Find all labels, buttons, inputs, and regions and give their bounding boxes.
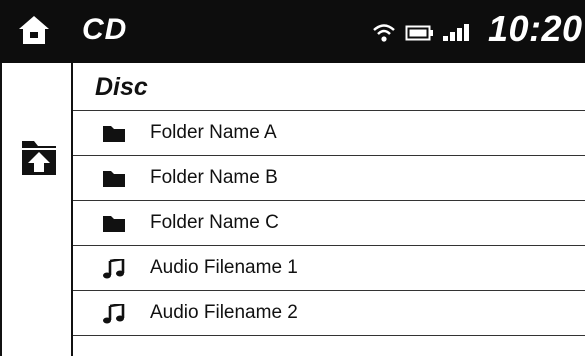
folder-icon <box>103 126 125 142</box>
list-item-folder-c[interactable]: Folder Name C <box>73 201 585 246</box>
folder-up-button[interactable] <box>20 137 58 177</box>
list-item-audio-1[interactable]: Audio Filename 1 <box>73 246 585 291</box>
file-list: Disc Folder Name A Folder Name B Folder … <box>73 63 585 356</box>
list-header: Disc <box>73 63 585 111</box>
left-border <box>0 63 2 356</box>
folder-icon <box>103 216 125 232</box>
list-item-folder-a[interactable]: Folder Name A <box>73 111 585 156</box>
home-button[interactable] <box>18 14 50 46</box>
list-item-label: Folder Name B <box>150 167 278 188</box>
list-item-label: Folder Name A <box>150 122 277 143</box>
list-item-label: Audio Filename 2 <box>150 302 298 323</box>
battery-icon <box>405 25 433 41</box>
list-item-label: Folder Name C <box>150 212 279 233</box>
music-note-icon <box>103 304 125 324</box>
source-title: CD <box>82 13 128 46</box>
clock: 10:20 <box>488 8 583 49</box>
list-item-audio-2[interactable]: Audio Filename 2 <box>73 291 585 336</box>
signal-icon <box>443 24 469 41</box>
top-bar: CD 10:20 <box>0 0 585 63</box>
home-icon <box>19 16 49 44</box>
folder-up-icon <box>22 141 56 175</box>
left-nav-pane <box>0 63 73 356</box>
wifi-icon <box>373 24 395 42</box>
list-item-label: Audio Filename 1 <box>150 257 298 278</box>
folder-icon <box>103 171 125 187</box>
current-folder-label: Disc <box>95 73 148 101</box>
cd-browser-screen: CD 10:20 Disc Folder Name A Folder Name … <box>0 0 585 356</box>
music-note-icon <box>103 259 125 279</box>
list-item-folder-b[interactable]: Folder Name B <box>73 156 585 201</box>
